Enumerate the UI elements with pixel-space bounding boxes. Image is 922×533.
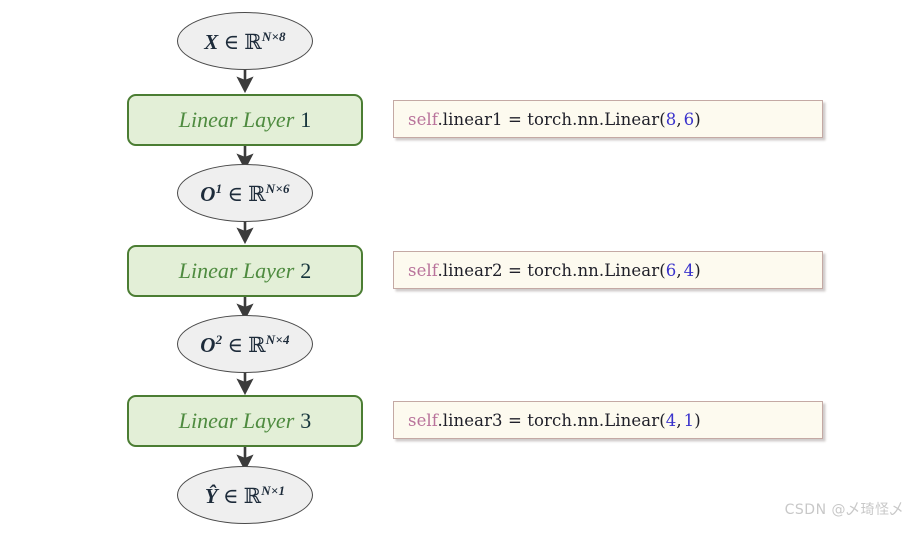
code1-attribute: .linear1 [437, 109, 503, 129]
prediction-space: ℝ [243, 483, 262, 508]
node-prediction-tensor[interactable]: Ŷ ∈ ℝN×1 [177, 466, 313, 524]
csdn-watermark: CSDN @乄琦怪乄 [784, 502, 904, 518]
code-linear1-text: self.linear1 = torch.nn.Linear(8,6) [408, 110, 701, 129]
node-output-1-tensor[interactable]: O1 ∈ ℝN×6 [177, 164, 313, 222]
prediction-dims: N×1 [261, 482, 286, 498]
diagram-canvas: X ∈ ℝN×8 Linear Layer 1 self.linear1 = torc… [0, 0, 922, 533]
output1-symbol: O [200, 181, 216, 206]
code1-arg-sep: , [676, 109, 684, 129]
code3-call: torch.nn.Linear [527, 410, 660, 430]
linear-layer-2-number: 2 [300, 258, 312, 283]
code2-arg-sep: , [676, 260, 684, 280]
linear-layer-3-number: 3 [300, 408, 312, 433]
code2-assign: = [502, 260, 528, 280]
output2-superscript: 2 [215, 331, 223, 347]
code3-assign: = [502, 410, 528, 430]
output1-dims: N×6 [265, 180, 290, 196]
input-space: ℝ [244, 29, 262, 54]
code2-call: torch.nn.Linear [527, 260, 660, 280]
code1-assign: = [502, 109, 528, 129]
code2-close-paren: ) [694, 260, 701, 280]
linear-layer-2-label: Linear Layer 2 [179, 260, 312, 282]
code3-close-paren: ) [694, 410, 701, 430]
code1-call: torch.nn.Linear [527, 109, 660, 129]
linear-layer-1-name: Linear Layer [178, 107, 295, 132]
output2-relation: ∈ [227, 332, 244, 357]
code1-close-paren: ) [694, 109, 701, 129]
input-relation: ∈ [223, 29, 240, 54]
code1-arg-in: 8 [665, 109, 677, 129]
linear-layer-3-label: Linear Layer 3 [179, 410, 312, 432]
output2-symbol: O [200, 332, 216, 357]
prediction-relation: ∈ [222, 483, 239, 508]
output-1-tensor-label: O1 ∈ ℝN×6 [200, 180, 290, 206]
input-symbol: X [204, 29, 219, 54]
output1-space: ℝ [248, 181, 266, 206]
code2-attribute: .linear2 [437, 260, 503, 280]
node-input-tensor[interactable]: X ∈ ℝN×8 [177, 12, 313, 70]
code3-arg-sep: , [676, 410, 684, 430]
output1-relation: ∈ [227, 181, 244, 206]
code3-self-keyword: self [408, 410, 438, 430]
output2-space: ℝ [248, 332, 266, 357]
node-linear-layer-3[interactable]: Linear Layer 3 [127, 395, 363, 447]
code2-self-keyword: self [408, 260, 438, 280]
code1-arg-out: 6 [683, 109, 695, 129]
code-linear3-text: self.linear3 = torch.nn.Linear(4,1) [408, 411, 701, 430]
linear-layer-3-name: Linear Layer [178, 408, 295, 433]
code3-arg-in: 4 [665, 410, 677, 430]
node-output-2-tensor[interactable]: O2 ∈ ℝN×4 [177, 315, 313, 373]
input-tensor-label: X ∈ ℝN×8 [204, 28, 286, 54]
output-2-tensor-label: O2 ∈ ℝN×4 [200, 331, 290, 357]
node-linear-layer-1[interactable]: Linear Layer 1 [127, 94, 363, 146]
output2-dims: N×4 [265, 331, 290, 347]
prediction-tensor-label: Ŷ ∈ ℝN×1 [204, 482, 286, 508]
input-dims: N×8 [261, 28, 286, 44]
linear-layer-2-name: Linear Layer [178, 258, 295, 283]
code3-attribute: .linear3 [437, 410, 503, 430]
linear-layer-1-number: 1 [300, 107, 312, 132]
code3-arg-out: 1 [683, 410, 695, 430]
code-box-linear2[interactable]: self.linear2 = torch.nn.Linear(6,4) [393, 251, 823, 289]
code1-self-keyword: self [408, 109, 438, 129]
code2-arg-out: 4 [683, 260, 695, 280]
code-linear2-text: self.linear2 = torch.nn.Linear(6,4) [408, 261, 701, 280]
linear-layer-1-label: Linear Layer 1 [179, 109, 312, 131]
output1-superscript: 1 [215, 180, 223, 196]
prediction-symbol: Ŷ [204, 483, 218, 508]
code-box-linear1[interactable]: self.linear1 = torch.nn.Linear(8,6) [393, 100, 823, 138]
node-linear-layer-2[interactable]: Linear Layer 2 [127, 245, 363, 297]
code2-arg-in: 6 [665, 260, 677, 280]
code-box-linear3[interactable]: self.linear3 = torch.nn.Linear(4,1) [393, 401, 823, 439]
